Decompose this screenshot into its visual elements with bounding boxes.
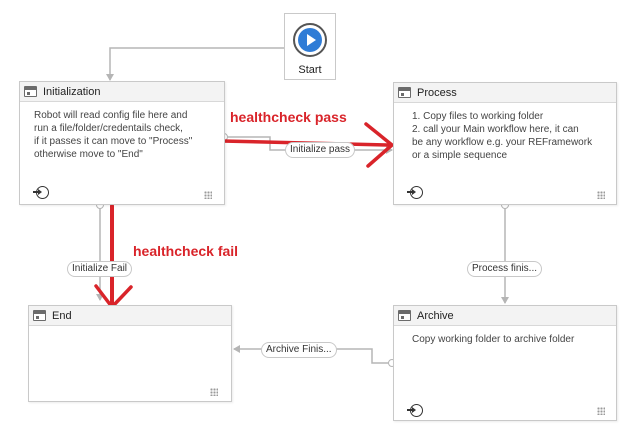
entry-icon[interactable] xyxy=(407,404,423,417)
resize-grip-icon[interactable] xyxy=(597,407,605,415)
entry-icon[interactable] xyxy=(407,186,423,199)
start-node[interactable]: Start xyxy=(284,13,336,80)
state-description: Robot will read config file here and run… xyxy=(34,110,193,160)
start-icon xyxy=(293,23,327,57)
state-header: Archive xyxy=(394,306,616,326)
state-icon xyxy=(24,86,37,97)
start-label: Start xyxy=(298,64,322,76)
transition-initialize-pass[interactable]: Initialize pass xyxy=(285,142,356,158)
state-header: End xyxy=(29,306,231,326)
connector-start-to-initialization[interactable] xyxy=(106,47,284,81)
transition-archive-finished[interactable]: Archive Finis... xyxy=(261,342,337,358)
state-icon xyxy=(398,310,411,321)
play-icon xyxy=(298,28,322,52)
workflow-canvas[interactable]: Start Initialization Robot will read con… xyxy=(0,0,636,424)
annotation-healthcheck-pass: healthcheck pass xyxy=(230,109,347,125)
state-description: Copy working folder to archive folder xyxy=(412,334,575,345)
state-title: End xyxy=(52,309,72,322)
state-end[interactable]: End xyxy=(28,305,232,402)
annotation-healthcheck-fail: healthcheck fail xyxy=(133,243,239,259)
state-archive[interactable]: Archive Copy working folder to archive f… xyxy=(393,305,617,421)
state-icon xyxy=(398,87,411,98)
state-icon xyxy=(33,310,46,321)
resize-grip-icon[interactable] xyxy=(597,191,605,199)
annotation-arrow-fail xyxy=(94,204,133,309)
entry-icon[interactable] xyxy=(33,186,49,199)
state-initialization[interactable]: Initialization Robot will read config fi… xyxy=(19,81,225,205)
transition-process-finished[interactable]: Process finis... xyxy=(467,261,543,277)
state-header: Initialization xyxy=(20,82,224,102)
state-description: 1. Copy files to working folder 2. call … xyxy=(412,111,593,161)
state-title: Initialization xyxy=(43,85,101,98)
resize-grip-icon[interactable] xyxy=(204,191,212,199)
resize-grip-icon[interactable] xyxy=(210,388,218,396)
transition-initialize-fail[interactable]: Initialize Fail xyxy=(67,261,133,277)
state-header: Process xyxy=(394,83,616,103)
state-process[interactable]: Process 1. Copy files to working folder … xyxy=(393,82,617,205)
state-title: Process xyxy=(417,86,457,99)
state-title: Archive xyxy=(417,309,454,322)
